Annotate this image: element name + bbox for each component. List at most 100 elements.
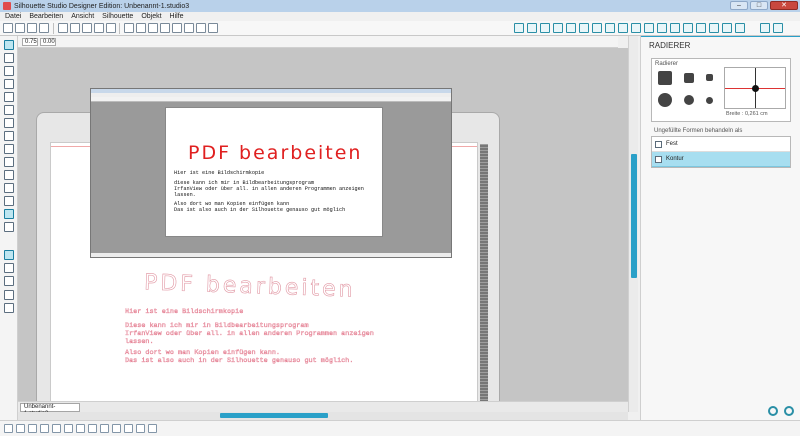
close-button[interactable]: ✕ xyxy=(770,1,798,10)
cut-settings-icon[interactable] xyxy=(683,23,693,33)
point-edit-icon[interactable] xyxy=(4,53,14,63)
zoom-in-icon[interactable] xyxy=(160,23,170,33)
zoom-page-icon[interactable] xyxy=(208,23,218,33)
duplicate-icon[interactable] xyxy=(64,424,73,433)
ellipse-tool-icon[interactable] xyxy=(4,157,14,167)
send-back-icon[interactable] xyxy=(100,424,109,433)
text-style-icon[interactable] xyxy=(631,23,641,33)
menu-silhouette[interactable]: Silhouette xyxy=(99,13,138,20)
traced-line-1[interactable]: Hier ist eine Bildschirmkopie xyxy=(125,308,244,316)
eyedropper-tool-icon[interactable] xyxy=(4,222,14,232)
delete-icon[interactable] xyxy=(76,424,85,433)
horizontal-scroll-thumb[interactable] xyxy=(220,413,328,418)
offset-icon[interactable] xyxy=(579,23,589,33)
bring-front-icon[interactable] xyxy=(88,424,97,433)
panel-settings-icon[interactable] xyxy=(760,23,770,33)
traced-line-6[interactable]: Das ist also auch in der Silhouette gena… xyxy=(125,357,354,365)
ungroup-icon[interactable] xyxy=(16,424,25,433)
polygon-tool-icon[interactable] xyxy=(4,92,14,102)
compound-path-icon[interactable] xyxy=(28,424,37,433)
zoom-out-icon[interactable] xyxy=(172,23,182,33)
menu-help[interactable]: Hilfe xyxy=(167,13,189,20)
forward-icon[interactable] xyxy=(112,424,121,433)
slider-handle[interactable] xyxy=(752,85,759,92)
send-side-icon[interactable] xyxy=(4,303,14,313)
zoom-fit-icon[interactable] xyxy=(184,23,194,33)
eraser-size-slider[interactable] xyxy=(724,67,786,109)
knife-tool-icon[interactable] xyxy=(4,209,14,219)
modify-icon[interactable] xyxy=(566,23,576,33)
eraser-square-large-icon[interactable] xyxy=(658,71,672,85)
menu-object[interactable]: Objekt xyxy=(138,13,166,20)
horizontal-scrollbar[interactable] xyxy=(18,412,628,420)
pasted-screenshot-image[interactable]: PDF bearbeiten Hier ist eine Bildschirmk… xyxy=(90,88,452,258)
rectangle-tool-icon[interactable] xyxy=(4,131,14,141)
canvas-workspace[interactable]: PDF bearbeiten Hier ist eine Bildschirmk… xyxy=(18,48,628,412)
line-tool-icon[interactable] xyxy=(4,79,14,89)
design-store-icon[interactable] xyxy=(4,276,14,286)
backward-icon[interactable] xyxy=(124,424,133,433)
store-icon[interactable] xyxy=(39,23,49,33)
undo-icon[interactable] xyxy=(124,23,134,33)
eraser-square-small-icon[interactable] xyxy=(706,74,713,81)
release-compound-icon[interactable] xyxy=(40,424,49,433)
new-file-icon[interactable] xyxy=(3,23,13,33)
refresh-icon[interactable] xyxy=(784,406,794,416)
option-solid[interactable]: Fest xyxy=(652,137,790,152)
mirror-icon[interactable] xyxy=(136,424,145,433)
arc-tool-icon[interactable] xyxy=(4,118,14,128)
rounded-rect-tool-icon[interactable] xyxy=(4,144,14,154)
menu-file[interactable]: Datei xyxy=(2,13,26,20)
library-side-icon[interactable] xyxy=(4,290,14,300)
weld-icon[interactable] xyxy=(52,424,61,433)
traced-line-3[interactable]: IrfanView oder über all. in allen andere… xyxy=(125,330,374,338)
library-panel-icon[interactable] xyxy=(722,23,732,33)
send-to-cutter-icon[interactable] xyxy=(696,23,706,33)
menu-view[interactable]: Ansicht xyxy=(68,13,99,20)
trace-icon[interactable] xyxy=(592,23,602,33)
print-cut-icon[interactable] xyxy=(670,23,680,33)
store-panel-icon[interactable] xyxy=(735,23,745,33)
save-icon[interactable] xyxy=(58,23,68,33)
maximize-button[interactable]: □ xyxy=(750,1,768,10)
cut-icon[interactable] xyxy=(82,23,92,33)
pattern-icon[interactable] xyxy=(644,23,654,33)
align-icon[interactable] xyxy=(527,23,537,33)
document-tab[interactable]: Unbenannt-1.studio3 xyxy=(20,403,80,417)
width-field[interactable]: 0.75 xyxy=(22,38,38,46)
page-setup-icon[interactable] xyxy=(4,250,14,260)
open-file-icon[interactable] xyxy=(15,23,25,33)
paste-icon[interactable] xyxy=(106,23,116,33)
line-style-icon[interactable] xyxy=(618,23,628,33)
transform-icon[interactable] xyxy=(540,23,550,33)
vertical-scrollbar[interactable] xyxy=(628,36,638,412)
grid-icon[interactable] xyxy=(514,23,524,33)
settings-gear-icon[interactable] xyxy=(768,406,778,416)
vertical-scroll-thumb[interactable] xyxy=(631,154,637,278)
copy-icon[interactable] xyxy=(94,23,104,33)
traced-line-5[interactable]: Also dort wo man Kopien einfügen kann. xyxy=(125,349,280,357)
zoom-select-icon[interactable] xyxy=(196,23,206,33)
eraser-tool-icon[interactable] xyxy=(4,196,14,206)
gradient-icon[interactable] xyxy=(657,23,667,33)
redo-icon[interactable] xyxy=(136,23,146,33)
curve-tool-icon[interactable] xyxy=(4,105,14,115)
library-icon[interactable] xyxy=(27,23,37,33)
option-outline[interactable]: Kontur xyxy=(652,152,790,167)
eraser-circle-medium-icon[interactable] xyxy=(684,95,694,105)
pan-hand-icon[interactable] xyxy=(148,23,158,33)
freehand-tool-icon[interactable] xyxy=(4,170,14,180)
register-marks-icon[interactable] xyxy=(4,263,14,273)
minimize-button[interactable]: – xyxy=(730,1,748,10)
fill-icon[interactable] xyxy=(605,23,615,33)
group-icon[interactable] xyxy=(4,424,13,433)
menu-edit[interactable]: Bearbeiten xyxy=(26,13,68,20)
eraser-circle-small-icon[interactable] xyxy=(706,97,713,104)
zoom-tool-icon[interactable] xyxy=(4,66,14,76)
height-field[interactable]: 0.00 xyxy=(40,38,56,46)
rotate-icon[interactable] xyxy=(148,424,157,433)
select-tool-icon[interactable] xyxy=(4,40,14,50)
eraser-circle-large-icon[interactable] xyxy=(658,93,672,107)
replicate-icon[interactable] xyxy=(553,23,563,33)
traced-line-2[interactable]: Diese kann ich mir in Bildbearbeitungspr… xyxy=(125,322,309,330)
